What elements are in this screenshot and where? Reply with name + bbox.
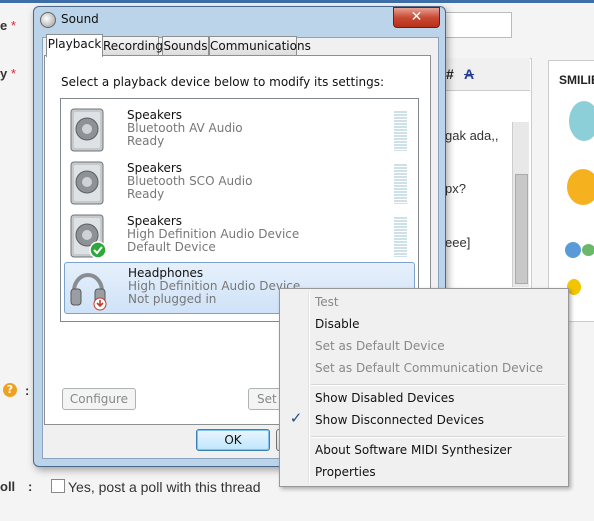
device-item[interactable]: Speakers High Definition Audio Device De…	[64, 211, 413, 261]
menu-item-test[interactable]: Test	[315, 295, 339, 309]
poll-checkbox[interactable]	[51, 479, 65, 493]
device-status: Ready	[127, 134, 165, 148]
device-name: Headphones	[128, 266, 204, 280]
smilie-icon[interactable]	[567, 279, 581, 295]
device-status: Default Device	[127, 240, 216, 254]
field-colon: :	[25, 383, 30, 398]
checkmark-icon: ✓	[289, 409, 303, 427]
instruction-text: Select a playback device below to modify…	[61, 75, 385, 89]
field-colon: :	[28, 479, 33, 494]
device-item[interactable]: Speakers Bluetooth SCO Audio Ready	[64, 158, 413, 208]
tab-sounds[interactable]: Sounds	[162, 36, 209, 56]
menu-item-about-midi-synthesizer[interactable]: About Software MIDI Synthesizer	[315, 443, 512, 457]
editor-scrollbar[interactable]	[512, 122, 529, 287]
hash-icon[interactable]: #	[446, 66, 454, 82]
menu-item-set-default-device[interactable]: Set as Default Device	[315, 339, 445, 353]
title-field-label: e *	[0, 18, 16, 33]
poll-label: oll	[0, 479, 16, 494]
tab-playback[interactable]: Playback	[46, 34, 103, 57]
smilies-heading: SMILIE	[559, 73, 594, 87]
smilie-icon[interactable]	[582, 244, 594, 256]
sound-icon	[40, 12, 56, 28]
close-button[interactable]: ✕	[393, 7, 440, 28]
device-description: Bluetooth AV Audio	[127, 121, 243, 135]
poll-option-label: Yes, post a poll with this thread	[68, 479, 261, 495]
help-icon[interactable]: ?	[3, 383, 17, 397]
device-status: Ready	[127, 187, 165, 201]
speaker-icon	[70, 161, 104, 205]
dialog-title: Sound	[61, 12, 99, 26]
scrollbar-thumb[interactable]	[515, 174, 528, 284]
menu-item-show-disconnected-devices[interactable]: Show Disconnected Devices	[315, 413, 484, 427]
menu-item-set-default-communication-device[interactable]: Set as Default Communication Device	[315, 361, 543, 375]
speaker-icon	[70, 108, 104, 152]
volume-level-meter	[394, 164, 407, 204]
menu-item-disable[interactable]: Disable	[315, 317, 360, 331]
context-menu: Test Disable Set as Default Device Set a…	[279, 288, 569, 487]
volume-level-meter	[394, 111, 407, 151]
tab-recording[interactable]: Recording	[102, 36, 163, 56]
device-item[interactable]: Speakers Bluetooth AV Audio Ready	[64, 105, 413, 155]
editor-toolbar: # A	[437, 58, 530, 91]
smilie-icon[interactable]	[565, 242, 581, 258]
menu-separator	[311, 384, 565, 386]
speaker-default-icon	[70, 214, 107, 259]
smilie-icon[interactable]	[569, 101, 594, 141]
ok-button[interactable]: OK	[196, 429, 270, 451]
configure-button[interactable]: Configure	[62, 388, 136, 410]
editor-text-line: px?	[445, 181, 466, 196]
device-name: Speakers	[127, 214, 183, 228]
device-description: High Definition Audio Device	[127, 227, 300, 241]
headphones-icon	[70, 273, 107, 311]
title-input[interactable]	[440, 12, 512, 38]
editor-text-line: eee]	[445, 235, 471, 250]
smilies-panel: SMILIE	[548, 60, 594, 322]
device-description: Bluetooth SCO Audio	[127, 174, 253, 188]
device-name: Speakers	[127, 108, 183, 122]
menu-gutter	[308, 291, 310, 484]
menu-item-properties[interactable]: Properties	[315, 465, 376, 479]
volume-level-meter	[394, 217, 407, 257]
editor-text-line: gak ada,,	[445, 128, 499, 143]
device-description: High Definition Audio Device	[128, 279, 301, 293]
device-status: Not plugged in	[128, 292, 217, 306]
title-bar[interactable]: Sound ✕	[34, 7, 445, 33]
device-name: Speakers	[127, 161, 183, 175]
body-field-label: y *	[0, 66, 16, 81]
menu-separator	[311, 436, 565, 438]
page-top-border	[0, 0, 594, 3]
smilie-icon[interactable]	[567, 169, 594, 205]
tab-communications[interactable]: Communications	[209, 36, 311, 56]
strike-icon[interactable]: A	[464, 66, 474, 82]
menu-item-show-disabled-devices[interactable]: Show Disabled Devices	[315, 391, 454, 405]
